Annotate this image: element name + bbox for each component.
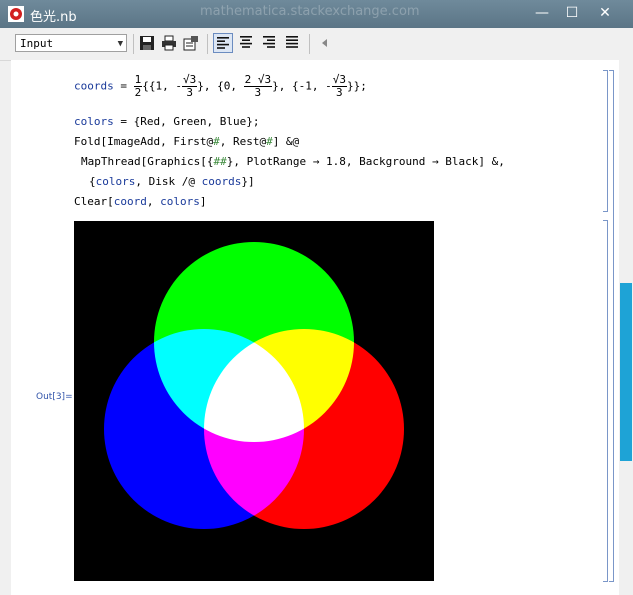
window-title: 色光.nb	[30, 10, 77, 25]
cell-style-dropdown[interactable]: Input ▼	[15, 34, 127, 52]
output-label: Out[3]=	[36, 392, 73, 402]
code-line-args[interactable]: {colors, Disk /@ coords}]	[89, 175, 255, 188]
triangle-left-icon[interactable]	[317, 35, 333, 51]
code-text: Fold[ImageAdd, First@	[74, 135, 214, 148]
close-button[interactable]: ✕	[588, 0, 622, 26]
align-right-icon	[263, 36, 275, 48]
title-bar: mathematica.stackexchange.com 色光.nb — ☐ …	[0, 0, 633, 28]
code-text: }};	[346, 79, 367, 93]
scrollbar-thumb[interactable]	[620, 283, 632, 461]
code-text: , Rest@	[219, 135, 267, 148]
code-line-colors[interactable]: colors = {Red, Green, Blue};	[74, 115, 259, 128]
print-icon[interactable]	[161, 35, 177, 51]
coords-symbol: coords	[201, 175, 242, 188]
code-text: = {Red, Green, Blue};	[113, 115, 260, 128]
colors-symbol: colors	[95, 175, 136, 188]
assign-operator: =	[113, 79, 134, 93]
code-line-coords[interactable]: coords = 1 2 {{1, - √3 3}, {0, 2 √3 3}, {-1, …	[74, 74, 367, 99]
align-right-button[interactable]	[260, 33, 280, 53]
code-text: , Disk /@	[135, 175, 202, 188]
maximize-button[interactable]: ☐	[555, 0, 589, 26]
cell-style-value: Input	[20, 37, 54, 50]
inspector-icon[interactable]	[183, 35, 199, 51]
align-left-button[interactable]	[213, 33, 233, 53]
code-line-fold[interactable]: Fold[ImageAdd, First@#, Rest@#] &@	[74, 135, 299, 148]
slot-symbol: #	[266, 135, 273, 148]
title-background-text: mathematica.stackexchange.com	[200, 4, 420, 19]
fraction-2sqrt3-over-3: 2 √3 3	[243, 73, 273, 99]
align-center-button[interactable]	[237, 33, 257, 53]
slot-sequence-symbol: ##	[213, 155, 227, 168]
code-text: }, {0,	[197, 79, 244, 93]
group-cell-bracket[interactable]	[609, 70, 614, 582]
code-text: }, {-1, -	[272, 79, 332, 93]
code-text: ]	[199, 195, 207, 208]
align-justify-icon	[286, 36, 298, 48]
fraction-sqrt3-over-3: √3 3	[182, 73, 198, 99]
code-line-clear[interactable]: Clear[coord, colors]	[74, 195, 207, 208]
output-graphic[interactable]	[74, 221, 434, 581]
output-cell-bracket[interactable]	[603, 220, 608, 582]
code-text: }]	[241, 175, 255, 188]
code-text: {{1, -	[142, 79, 182, 93]
mathematica-app-icon	[8, 6, 24, 22]
chevron-down-icon: ▼	[117, 39, 123, 49]
input-cell-bracket[interactable]	[603, 70, 608, 212]
code-text: }, PlotRange → 1.8, Background → Black] …	[226, 155, 505, 168]
code-text: Clear[	[74, 195, 114, 208]
toolbar: Input ▼	[0, 28, 633, 61]
code-text: ] &@	[272, 135, 300, 148]
red-disk	[204, 329, 404, 529]
slot-symbol: #	[213, 135, 220, 148]
toolbar-separator	[207, 34, 208, 54]
fraction-one-half: 12	[133, 73, 143, 99]
toolbar-separator	[133, 34, 134, 54]
align-center-icon	[240, 36, 252, 48]
colors-symbol: colors	[160, 195, 200, 208]
code-text: ,	[146, 195, 161, 208]
code-text: MapThread[Graphics[{	[81, 155, 214, 168]
notebook-window: mathematica.stackexchange.com 色光.nb — ☐ …	[0, 0, 633, 595]
align-left-icon	[217, 37, 229, 49]
align-justify-button[interactable]	[283, 33, 303, 53]
code-text: {	[89, 175, 96, 188]
minimize-button[interactable]: —	[525, 0, 559, 26]
save-icon[interactable]	[139, 35, 155, 51]
code-line-mapthread[interactable]: MapThread[Graphics[{##}, PlotRange → 1.8…	[81, 155, 505, 168]
coords-symbol: coords	[74, 79, 114, 93]
colors-symbol: colors	[74, 115, 114, 128]
additive-color-disks	[74, 221, 434, 581]
coord-symbol: coord	[113, 195, 147, 208]
toolbar-separator	[309, 34, 310, 54]
fraction-sqrt3-over-3: √3 3	[331, 73, 347, 99]
